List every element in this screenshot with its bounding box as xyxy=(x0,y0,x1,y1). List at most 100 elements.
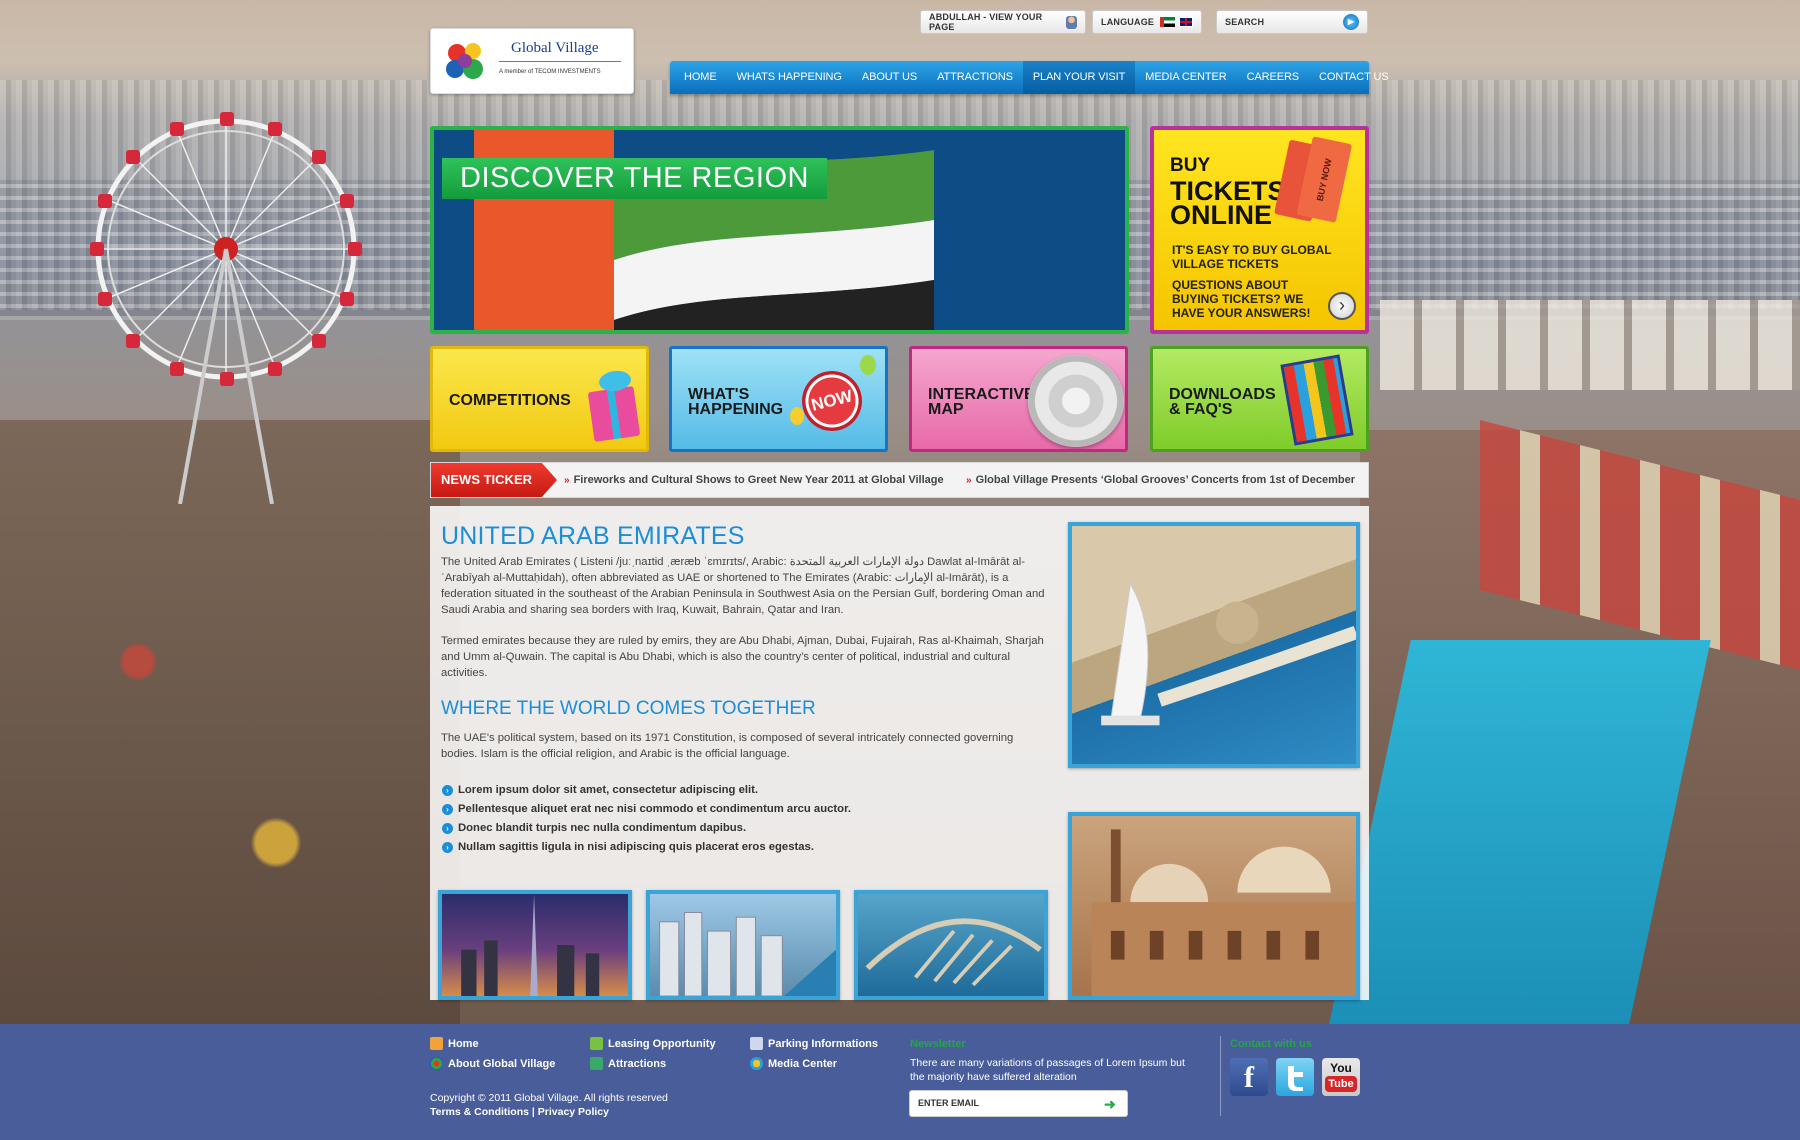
terms-link[interactable]: Terms & Conditions xyxy=(430,1106,529,1118)
ticker-chevron-icon: » xyxy=(966,475,972,486)
list-item-text: Donec blandit turpis nec nulla condiment… xyxy=(458,822,747,834)
nav-contact-us[interactable]: CONTACT US xyxy=(1309,61,1399,94)
logo-subtitle: A member of TECOM INVESTMENTS xyxy=(499,69,601,75)
uae-flag-icon[interactable] xyxy=(1160,17,1175,27)
gift-box-icon xyxy=(587,386,641,442)
dubai-coast-photo[interactable] xyxy=(1068,522,1360,768)
news-ticker: NEWS TICKER » Fireworks and Cultural Show… xyxy=(430,462,1369,498)
nav-careers[interactable]: CAREERS xyxy=(1237,61,1309,94)
bullet-arrow-icon: › xyxy=(442,804,453,815)
list-item-text: Nullam sagittis ligula in nisi adipiscin… xyxy=(458,841,814,853)
tickets-arrow-icon[interactable]: › xyxy=(1328,292,1356,320)
tile-whats-happening-line2: HAPPENING xyxy=(688,401,784,418)
buy-tickets-banner[interactable]: BUY TICKETS ONLINE BUY NOW IT'S EASY TO … xyxy=(1150,126,1369,334)
newsletter-title: Newsletter xyxy=(910,1038,966,1050)
footer-link-label: Leasing Opportunity xyxy=(608,1037,716,1050)
youtube-label-bottom: Tube xyxy=(1325,1076,1357,1092)
privacy-link[interactable]: Privacy Policy xyxy=(538,1106,609,1118)
tile-downloads-faqs[interactable]: DOWNLOADS & FAQ'S xyxy=(1150,346,1369,452)
footer-link-leasing[interactable]: Leasing Opportunity xyxy=(590,1037,716,1050)
content-heading-uae: UNITED ARAB EMIRATES xyxy=(441,522,745,550)
nav-home[interactable]: HOME xyxy=(674,61,727,94)
hero-title: DISCOVER THE REGION xyxy=(442,158,827,199)
ticker-item-text: Fireworks and Cultural Shows to Greet Ne… xyxy=(573,474,944,486)
tile-competitions-label: COMPETITIONS xyxy=(449,392,571,409)
nav-plan-your-visit[interactable]: PLAN YOUR VISIT xyxy=(1022,61,1136,94)
footer-link-label: About Global Village xyxy=(448,1057,556,1070)
language-label: LANGUAGE xyxy=(1101,17,1155,27)
content-paragraph: The UAE's political system, based on its… xyxy=(441,732,1014,760)
footer-link-media[interactable]: Media Center xyxy=(750,1057,837,1070)
content-paragraph: Termed emirates because they are ruled b… xyxy=(441,635,1044,679)
twitter-icon[interactable] xyxy=(1276,1058,1314,1096)
facebook-icon[interactable]: f xyxy=(1230,1058,1268,1096)
media-icon xyxy=(750,1057,763,1070)
newsletter-email-input[interactable]: ENTER EMAIL xyxy=(909,1090,1128,1117)
hero-banner[interactable]: DISCOVER THE REGION xyxy=(430,126,1129,334)
newsletter-submit-arrow-icon[interactable]: ➜ xyxy=(1104,1096,1116,1113)
tickets-text1: IT'S EASY TO BUY GLOBAL VILLAGE TICKETS xyxy=(1172,243,1332,271)
ticket-stubs-icon: BUY NOW xyxy=(1274,132,1360,229)
tickets-line3: ONLINE xyxy=(1170,200,1273,230)
crowd-left xyxy=(0,420,460,1024)
search-box[interactable]: SEARCH ▶ xyxy=(1216,10,1368,34)
now-badge-icon: NOW xyxy=(795,364,869,438)
globe-icon xyxy=(430,1057,443,1070)
search-input[interactable]: SEARCH xyxy=(1225,17,1264,27)
tile-whats-happening[interactable]: WHAT'S HAPPENING NOW xyxy=(669,346,888,452)
nav-about-us[interactable]: ABOUT US xyxy=(852,61,927,94)
bullet-list: › Lorem ipsum dolor sit amet, consectetur… xyxy=(442,781,851,857)
logo-divider xyxy=(499,61,621,62)
dubai-towers-thumb[interactable] xyxy=(646,890,840,1000)
content-heading-world: WHERE THE WORLD COMES TOGETHER xyxy=(441,698,816,719)
tile-competitions[interactable]: COMPETITIONS xyxy=(430,346,649,452)
ticker-item[interactable]: » Fireworks and Cultural Shows to Greet N… xyxy=(564,463,944,497)
footer-link-about[interactable]: About Global Village xyxy=(430,1057,555,1070)
logo-title: Global Village xyxy=(511,40,599,56)
footer-link-attractions[interactable]: Attractions xyxy=(590,1057,666,1070)
ticker-item[interactable]: » Global Village Presents ‘Global Grooves… xyxy=(966,463,1355,497)
attractions-icon xyxy=(590,1057,603,1070)
content-paragraph: The United Arab Emirates ( Listeni /juːˌ… xyxy=(441,556,1045,616)
search-go-icon[interactable]: ▶ xyxy=(1343,14,1359,30)
main-content: UNITED ARAB EMIRATES The United Arab Emi… xyxy=(430,506,1369,1000)
dubai-night-skyline-thumb[interactable] xyxy=(438,890,632,1000)
uk-flag-icon[interactable] xyxy=(1178,17,1193,27)
main-navigation: HOME WHATS HAPPENING ABOUT US ATTRACTION… xyxy=(670,61,1389,94)
list-item: › Donec blandit turpis nec nulla condimen… xyxy=(442,819,851,838)
ticker-item-text: Global Village Presents ‘Global Grooves’… xyxy=(975,474,1355,486)
logo-globe-icon xyxy=(446,43,483,79)
global-village-logo[interactable]: Global Village A member of TECOM INVESTM… xyxy=(430,28,634,94)
skyline-night-image xyxy=(461,894,600,996)
nav-attractions[interactable]: ATTRACTIONS xyxy=(927,61,1023,94)
nav-media-center[interactable]: MEDIA CENTER xyxy=(1135,61,1236,94)
balloon-icon-2 xyxy=(790,407,804,425)
tickets-text2: QUESTIONS ABOUT BUYING TICKETS? WE HAVE … xyxy=(1172,278,1311,320)
footer-link-label: Parking Informations xyxy=(768,1037,879,1050)
contact-title: Contact with us xyxy=(1230,1038,1312,1050)
mosque-photo[interactable] xyxy=(1068,812,1360,1000)
newsletter-text: There are many variations of passages of… xyxy=(910,1057,1185,1083)
user-profile-link[interactable]: ABDULLAH - VIEW YOUR PAGE xyxy=(920,10,1086,34)
pavilions xyxy=(1380,300,1800,390)
footer xyxy=(0,1024,1800,1140)
user-avatar-icon xyxy=(1066,15,1077,29)
nav-whats-happening[interactable]: WHATS HAPPENING xyxy=(727,61,852,94)
copyright-text: Copyright © 2011 Global Village. All rig… xyxy=(430,1092,668,1104)
palm-island-thumb[interactable] xyxy=(854,890,1048,1000)
footer-link-home[interactable]: Home xyxy=(430,1037,479,1050)
tile-interactive-map-line1: INTERACTIVE xyxy=(928,386,1035,403)
car-icon xyxy=(750,1037,763,1050)
language-selector: LANGUAGE xyxy=(1092,10,1202,34)
ticker-chevron-icon: » xyxy=(564,475,570,486)
balloon-icon xyxy=(860,355,876,375)
mosque-domes-image xyxy=(1091,829,1356,996)
list-item-text: Pellentesque aliquet erat nec nisi commo… xyxy=(458,803,851,815)
youtube-icon[interactable]: You Tube xyxy=(1322,1058,1360,1096)
tile-interactive-map[interactable]: INTERACTIVE MAP xyxy=(909,346,1128,452)
footer-link-parking[interactable]: Parking Informations xyxy=(750,1037,878,1050)
tickets-line1: BUY xyxy=(1170,155,1211,176)
ferris-wheel xyxy=(90,112,362,504)
footer-divider xyxy=(1220,1036,1221,1116)
tile-whats-happening-line1: WHAT'S xyxy=(688,386,750,403)
